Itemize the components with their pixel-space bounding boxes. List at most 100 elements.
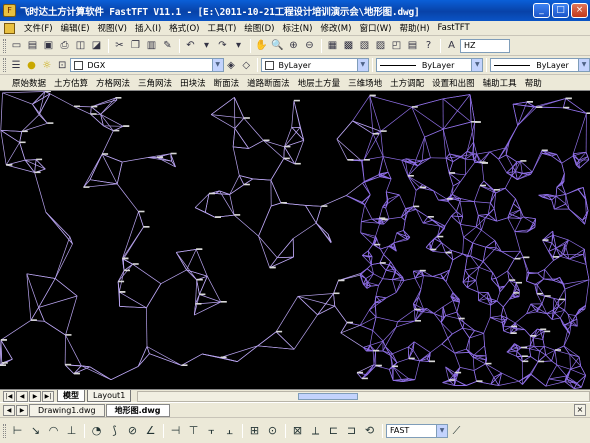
tolerance-icon[interactable]: ⊞ [246, 422, 263, 439]
dimension-inspect-icon[interactable]: ⊠ [289, 422, 306, 439]
tab-section-method[interactable]: 断面法 [210, 77, 244, 89]
dimension-style-manager-icon[interactable]: ⟋ [448, 422, 465, 439]
zoom-previous-icon[interactable]: ⊖ [302, 38, 317, 53]
lineweight-dropdown[interactable]: ByLayer ▼ [490, 58, 590, 72]
design-center-icon[interactable]: ▩ [341, 38, 356, 53]
tab-grid-method[interactable]: 方格网法 [92, 77, 134, 89]
last-tab-icon[interactable]: ▶| [42, 390, 54, 402]
redo-dropdown-icon[interactable]: ▾ [231, 38, 246, 53]
first-tab-icon[interactable]: |◀ [3, 390, 15, 402]
doc-tab-topo-map[interactable]: 地形图.dwg [105, 403, 170, 417]
dimension-linear-icon[interactable]: ⊢ [9, 422, 26, 439]
tab-triangulation-method[interactable]: 三角网法 [134, 77, 176, 89]
tab-help[interactable]: 帮助 [521, 77, 546, 89]
close-icon[interactable]: × [574, 404, 586, 416]
menu-file[interactable]: 文件(F) [20, 22, 57, 34]
menu-edit[interactable]: 编辑(E) [57, 22, 94, 34]
make-current-layer-icon[interactable]: ◈ [224, 58, 238, 73]
prev-tab-icon[interactable]: ◀ [16, 390, 28, 402]
scrollbar-thumb[interactable] [298, 392, 359, 400]
toolbar-grip[interactable] [3, 423, 6, 438]
bulb-icon[interactable]: ● [24, 58, 38, 73]
match-properties-icon[interactable]: ✎ [160, 38, 175, 53]
horizontal-scrollbar[interactable] [137, 390, 590, 402]
tab-earthwork-estimate[interactable]: 土方估算 [50, 77, 92, 89]
dimension-radius-icon[interactable]: ◔ [88, 422, 105, 439]
chevron-down-icon[interactable]: ▼ [471, 59, 483, 71]
jogged-linear-icon[interactable]: ⟂ [307, 422, 324, 439]
dimension-style-dropdown[interactable]: FAST ▼ [386, 423, 448, 438]
chevron-down-icon[interactable]: ▼ [211, 59, 223, 71]
tab-layout1[interactable]: Layout1 [87, 390, 132, 402]
minimize-button[interactable]: _ [533, 3, 550, 18]
tab-road-section-method[interactable]: 道路断面法 [243, 77, 294, 89]
tab-3d-site[interactable]: 三维场地 [344, 77, 386, 89]
zoom-window-icon[interactable]: ⊕ [286, 38, 301, 53]
print-icon[interactable]: ⎙ [57, 38, 72, 53]
drawing-canvas[interactable] [0, 91, 590, 389]
document-menu-icon[interactable] [4, 22, 15, 34]
menu-window[interactable]: 窗口(W) [355, 22, 395, 34]
text-style-icon[interactable]: A [444, 38, 459, 53]
color-dropdown[interactable]: ByLayer ▼ [261, 58, 369, 72]
dimension-space-icon[interactable]: ⫠ [221, 422, 238, 439]
undo-icon[interactable]: ↶ [183, 38, 198, 53]
dimension-diameter-icon[interactable]: ⊘ [124, 422, 141, 439]
paste-icon[interactable]: ▥ [144, 38, 159, 53]
dimension-text-edit-icon[interactable]: ⊐ [343, 422, 360, 439]
menu-draw[interactable]: 绘图(D) [240, 22, 278, 34]
tool-palettes-icon[interactable]: ▧ [357, 38, 372, 53]
baseline-dimension-icon[interactable]: ⊤ [185, 422, 202, 439]
doc-prev-icon[interactable]: ◀ [3, 404, 15, 416]
tab-stratum-earthwork[interactable]: 地层土方量 [294, 77, 345, 89]
menu-modify[interactable]: 修改(M) [316, 22, 355, 34]
close-button[interactable]: × [571, 3, 588, 18]
dimension-update-icon[interactable]: ⟲ [361, 422, 378, 439]
dimension-edit-icon[interactable]: ⊏ [325, 422, 342, 439]
calculator-icon[interactable]: ▤ [405, 38, 420, 53]
layer-dropdown[interactable]: DGX ▼ [70, 58, 224, 72]
zoom-realtime-icon[interactable]: 🔍 [270, 38, 285, 53]
new-file-icon[interactable]: ▭ [9, 38, 24, 53]
tab-raw-data[interactable]: 原始数据 [8, 77, 50, 89]
tab-field-block-method[interactable]: 田块法 [176, 77, 210, 89]
layer-manager-icon[interactable]: ☰ [9, 58, 23, 73]
sheet-set-icon[interactable]: ▨ [373, 38, 388, 53]
undo-dropdown-icon[interactable]: ▾ [199, 38, 214, 53]
dimension-aligned-icon[interactable]: ↘ [27, 422, 44, 439]
layer-previous-icon[interactable]: ◇ [239, 58, 253, 73]
menu-insert[interactable]: 插入(I) [131, 22, 165, 34]
app-icon[interactable]: F [3, 4, 16, 17]
menu-tools[interactable]: 工具(T) [203, 22, 240, 34]
redo-icon[interactable]: ↷ [215, 38, 230, 53]
quick-dimension-icon[interactable]: ⊣ [167, 422, 184, 439]
tab-earthwork-allocation[interactable]: 土方调配 [386, 77, 428, 89]
print-preview-icon[interactable]: ◫ [73, 38, 88, 53]
properties-icon[interactable]: ▦ [325, 38, 340, 53]
chevron-down-icon[interactable]: ▼ [436, 424, 447, 437]
dimension-ordinate-icon[interactable]: ⊥ [63, 422, 80, 439]
maximize-button[interactable]: □ [552, 3, 569, 18]
dimension-jogged-icon[interactable]: ⟆ [106, 422, 123, 439]
publish-icon[interactable]: ◪ [89, 38, 104, 53]
continue-dimension-icon[interactable]: ⫟ [203, 422, 220, 439]
menu-view[interactable]: 视图(V) [94, 22, 131, 34]
doc-tab-drawing1[interactable]: Drawing1.dwg [29, 403, 105, 417]
text-style-dropdown[interactable]: HZ [460, 38, 510, 53]
chevron-down-icon[interactable]: ▼ [356, 59, 368, 71]
tab-auxiliary-tools[interactable]: 辅助工具 [479, 77, 521, 89]
center-mark-icon[interactable]: ⊙ [264, 422, 281, 439]
menu-fasttft[interactable]: FastTFT [434, 23, 474, 33]
linetype-dropdown[interactable]: ByLayer ▼ [375, 58, 484, 72]
toolbar-grip[interactable] [3, 38, 6, 53]
chevron-down-icon[interactable]: ▼ [578, 59, 590, 71]
copy-icon[interactable]: ❐ [128, 38, 143, 53]
menu-dimension[interactable]: 标注(N) [278, 22, 316, 34]
dimension-arc-icon[interactable]: ◠ [45, 422, 62, 439]
menu-format[interactable]: 格式(O) [165, 22, 203, 34]
open-file-icon[interactable]: ▤ [25, 38, 40, 53]
cut-icon[interactable]: ✂ [112, 38, 127, 53]
tab-settings-and-plot[interactable]: 设置和出图 [428, 77, 479, 89]
help-icon[interactable]: ? [421, 38, 436, 53]
pan-icon[interactable]: ✋ [254, 38, 269, 53]
